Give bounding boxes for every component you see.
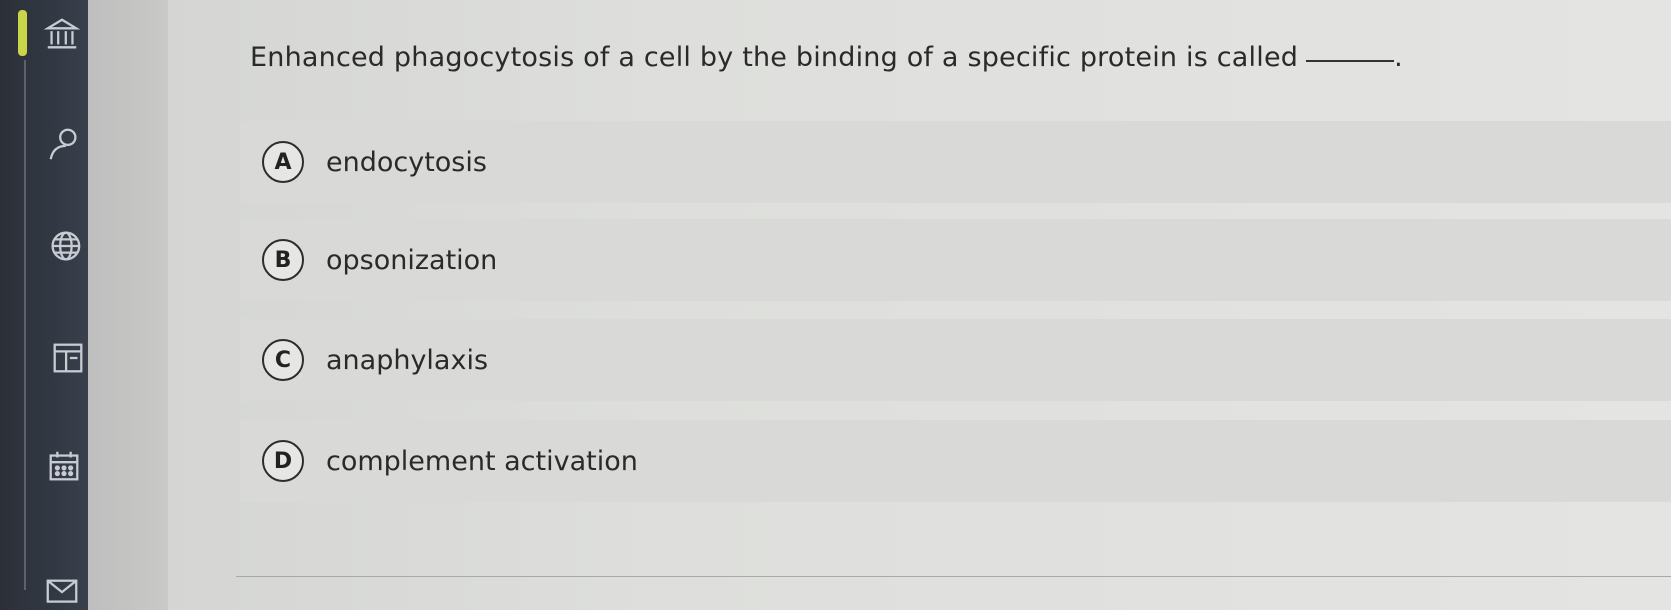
question-panel: Enhanced phagocytosis of a cell by the b… [168,0,1671,610]
option-b[interactable]: B opsonization [240,219,1671,301]
screen: Enhanced phagocytosis of a cell by the b… [0,0,1671,610]
sidebar-gutter [88,0,168,610]
option-b-text: opsonization [326,244,498,276]
option-d[interactable]: D complement activation [240,420,1671,502]
sidebar [0,0,88,610]
option-d-letter: D [262,440,304,482]
option-c[interactable]: C anaphylaxis [240,319,1671,401]
option-a-text: endocytosis [326,146,487,178]
bank-icon[interactable] [42,14,82,54]
option-b-letter: B [262,239,304,281]
globe-icon[interactable] [44,226,84,266]
calendar-icon[interactable] [44,446,84,486]
question-text: Enhanced phagocytosis of a cell by the b… [250,42,1299,73]
layout-icon[interactable] [48,338,88,378]
question-prompt: Enhanced phagocytosis of a cell by the b… [250,42,1403,73]
question-period: . [1394,42,1403,73]
option-c-text: anaphylaxis [326,344,489,376]
option-a[interactable]: A endocytosis [240,121,1671,203]
mail-icon[interactable] [42,574,82,610]
option-c-letter: C [262,339,304,381]
answer-blank [1306,60,1395,62]
sidebar-active-indicator [18,10,27,56]
sidebar-divider [24,60,26,590]
option-d-text: complement activation [326,445,638,477]
footer-divider [236,576,1671,577]
user-icon[interactable] [44,124,84,164]
option-a-letter: A [262,141,304,183]
